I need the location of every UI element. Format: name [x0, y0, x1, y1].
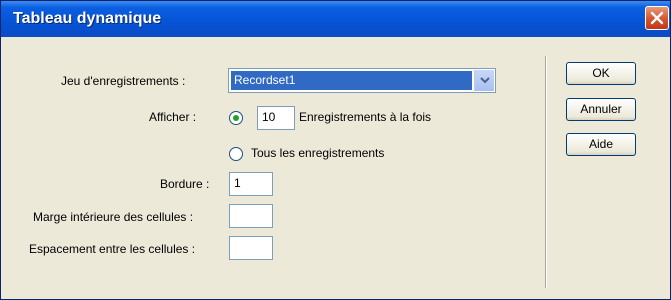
cell-padding-input[interactable]: [229, 204, 273, 228]
records-count-input[interactable]: 10: [257, 106, 295, 130]
cell-padding-label: Marge intérieure des cellules :: [33, 210, 194, 224]
dialog-window: Tableau dynamique Jeu d'enregistrements …: [0, 0, 671, 300]
recordset-label: Jeu d'enregistrements :: [61, 74, 186, 88]
radio-records-at-a-time[interactable]: [229, 111, 243, 125]
show-label: Afficher :: [149, 110, 197, 124]
all-records-label: Tous les enregistrements: [251, 146, 385, 160]
cancel-button[interactable]: Annuler: [566, 98, 636, 121]
radio-all-records[interactable]: [229, 147, 243, 161]
close-button[interactable]: [645, 6, 669, 30]
vertical-divider: [545, 56, 547, 288]
radio-selected-dot: [233, 115, 239, 121]
recordset-select[interactable]: Recordset1: [228, 68, 496, 93]
chevron-down-icon: [480, 77, 490, 84]
ok-button[interactable]: OK: [566, 62, 636, 85]
close-icon: [650, 11, 664, 25]
recordset-value: Recordset1: [231, 71, 472, 90]
dialog-title: Tableau dynamique: [13, 10, 162, 27]
border-label: Bordure :: [160, 177, 210, 191]
help-button[interactable]: Aide: [566, 133, 636, 156]
dropdown-button[interactable]: [474, 70, 494, 91]
title-bar[interactable]: Tableau dynamique: [1, 1, 670, 37]
cell-spacing-input[interactable]: [229, 236, 273, 260]
cell-spacing-label: Espacement entre les cellules :: [29, 242, 196, 256]
dialog-content: Jeu d'enregistrements : Recordset1 Affic…: [1, 37, 670, 299]
records-at-a-time-label: Enregistrements à la fois: [299, 110, 432, 124]
border-input[interactable]: 1: [229, 172, 273, 196]
